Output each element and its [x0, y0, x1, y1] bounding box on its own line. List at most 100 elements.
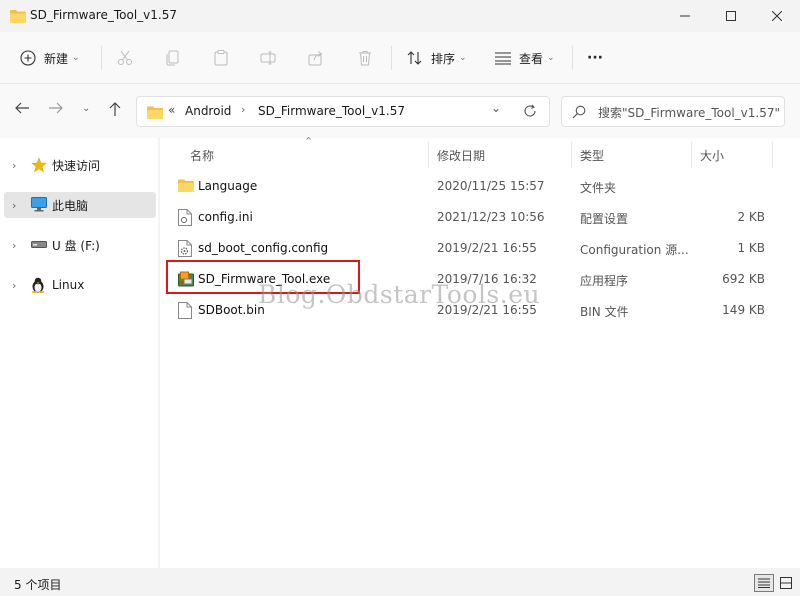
folder-icon [178, 179, 194, 192]
sidebar-item-this-pc[interactable]: › 此电脑 [4, 192, 156, 218]
chevron-right-icon: › [12, 238, 17, 252]
view-button[interactable]: 查看 ⌄ [494, 44, 555, 72]
details-view-button[interactable] [754, 574, 774, 592]
title-bar: SD_Firmware_Tool_v1.57 [0, 0, 800, 32]
share-button[interactable] [307, 44, 325, 72]
column-divider[interactable] [428, 142, 429, 168]
command-bar: 新建 ⌄ 排序 ⌄ 查看 ⌄ ··· [0, 32, 800, 84]
divider [572, 46, 573, 70]
column-headers: ⌃ 名称 修改日期 类型 大小 [160, 135, 800, 172]
column-divider[interactable] [691, 142, 692, 168]
address-bar[interactable]: « Android › SD_Firmware_Tool_v1.57 ⌄ [136, 96, 550, 127]
file-size: 149 KB [722, 303, 765, 317]
chevron-down-icon: ⌄ [82, 103, 91, 114]
column-divider[interactable] [571, 142, 572, 168]
chevron-down-icon: ⌄ [491, 101, 502, 115]
breadcrumb-current[interactable]: SD_Firmware_Tool_v1.57 [258, 104, 405, 118]
search-box[interactable]: 搜索"SD_Firmware_Tool_v1.57" [561, 96, 785, 127]
file-date: 2019/2/21 16:55 [437, 303, 537, 317]
tiles-view-button[interactable] [776, 574, 796, 592]
plus-circle-icon [20, 50, 36, 66]
divider [391, 46, 392, 70]
chevron-right-icon: › [12, 278, 17, 292]
linux-penguin-icon [32, 277, 44, 293]
tiles-view-icon [780, 577, 792, 589]
folder-icon [147, 106, 163, 119]
file-size: 692 KB [722, 272, 765, 286]
file-type: 应用程序 [580, 274, 629, 288]
drive-icon [31, 241, 47, 248]
more-options-button[interactable]: ··· [587, 44, 603, 72]
sort-indicator-icon: ⌃ [304, 135, 314, 148]
chevron-right-icon: › [241, 103, 246, 116]
sidebar-item-quick-access[interactable]: › 快速访问 [4, 152, 156, 178]
file-type: 配置设置 [580, 212, 629, 226]
refresh-button[interactable] [523, 104, 537, 121]
sidebar-item-label: 此电脑 [52, 198, 89, 213]
clipboard-icon [214, 50, 228, 66]
file-list: ⌃ 名称 修改日期 类型 大小 Language 2020/11/25 15:5… [160, 135, 800, 568]
file-size: 1 KB [737, 241, 765, 255]
address-dropdown-button[interactable]: ⌄ [491, 101, 501, 115]
item-count: 5 个项目 [14, 578, 62, 592]
file-type: Configuration 源... [580, 243, 689, 257]
navigation-pane: › 快速访问 › 此电脑 › U 盘 (F:) › Linux [0, 138, 158, 568]
more-icon: ··· [587, 50, 603, 66]
trash-icon [359, 51, 371, 66]
file-size: 2 KB [737, 210, 765, 224]
copy-button[interactable] [164, 44, 182, 72]
breadcrumb-android[interactable]: Android [185, 104, 231, 118]
up-button[interactable] [108, 101, 122, 121]
rename-icon [260, 51, 276, 65]
chevron-down-icon: ⌄ [459, 53, 467, 63]
minimize-button[interactable] [662, 0, 708, 32]
close-icon [772, 11, 782, 21]
column-header-date[interactable]: 修改日期 [437, 147, 485, 164]
column-header-size[interactable]: 大小 [700, 147, 724, 164]
column-header-name[interactable]: 名称 [190, 147, 214, 164]
view-list-icon [495, 52, 511, 65]
sort-button[interactable]: 排序 ⌄ [406, 44, 467, 72]
recent-locations-button[interactable]: ⌄ [82, 103, 90, 114]
file-row-config-ini[interactable]: config.ini 2021/12/23 10:56 配置设置 2 KB [160, 202, 800, 233]
sidebar-item-linux[interactable]: › Linux [4, 272, 156, 298]
file-row-language[interactable]: Language 2020/11/25 15:57 文件夹 [160, 171, 800, 202]
delete-button[interactable] [356, 44, 374, 72]
cut-button[interactable] [116, 44, 134, 72]
star-icon [31, 157, 47, 173]
arrow-left-icon [15, 102, 29, 114]
search-input[interactable]: 搜索"SD_Firmware_Tool_v1.57" [598, 104, 780, 121]
file-name: Language [198, 179, 258, 193]
close-button[interactable] [754, 0, 800, 32]
new-button[interactable]: 新建 ⌄ [20, 44, 80, 72]
pc-icon [31, 197, 47, 212]
column-divider[interactable] [772, 142, 773, 168]
refresh-icon [524, 104, 536, 117]
file-date: 2021/12/23 10:56 [437, 210, 545, 224]
column-header-type[interactable]: 类型 [580, 147, 604, 164]
chevron-down-icon: ⌄ [547, 53, 555, 63]
sort-icon [407, 51, 422, 65]
folder-icon [10, 10, 26, 23]
file-row-sdboot-bin[interactable]: SDBoot.bin 2019/2/21 16:55 BIN 文件 149 KB [160, 295, 800, 326]
file-name: config.ini [198, 210, 253, 224]
maximize-button[interactable] [708, 0, 754, 32]
ini-file-icon [178, 209, 192, 226]
new-label: 新建 [44, 51, 69, 66]
divider [101, 46, 102, 70]
file-type: 文件夹 [580, 181, 617, 195]
paste-button[interactable] [212, 44, 230, 72]
minimize-icon [680, 15, 690, 17]
sidebar-item-label: U 盘 (F:) [52, 238, 100, 253]
maximize-icon [726, 11, 736, 21]
config-file-icon [178, 240, 192, 257]
back-button[interactable] [14, 101, 30, 119]
rename-button[interactable] [259, 44, 277, 72]
file-name: SDBoot.bin [198, 303, 265, 317]
copy-icon [166, 50, 179, 66]
sidebar-item-usb-drive[interactable]: › U 盘 (F:) [4, 232, 156, 258]
breadcrumb-overflow[interactable]: « [168, 103, 175, 117]
scissors-icon [118, 50, 132, 65]
forward-button[interactable] [48, 101, 64, 119]
arrow-up-icon [109, 102, 121, 116]
